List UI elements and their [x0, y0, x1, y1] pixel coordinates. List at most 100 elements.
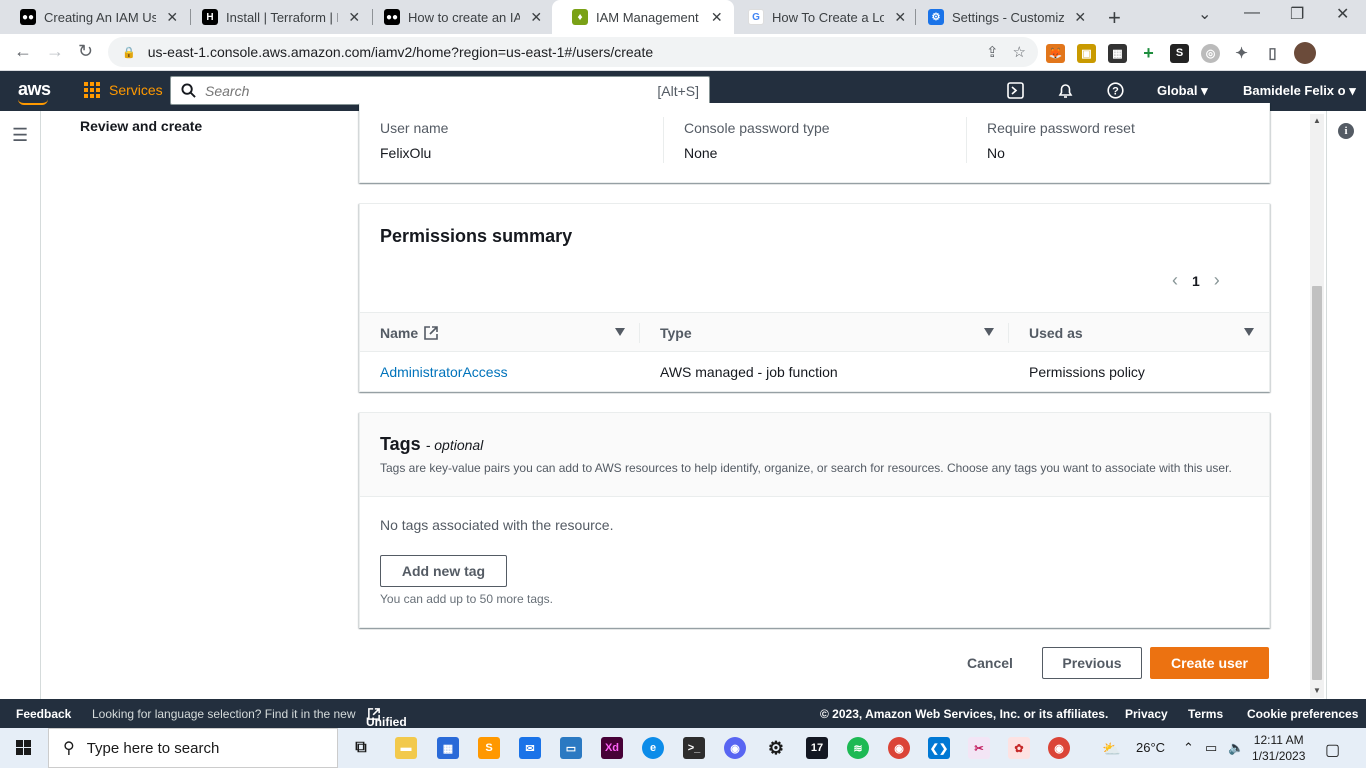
sort-caret-icon[interactable]	[615, 328, 625, 336]
sort-caret-icon[interactable]	[984, 328, 994, 336]
add-new-tag-button[interactable]: Add new tag	[380, 555, 507, 587]
browser-tab-4-active[interactable]: ♦ IAM Management Console ✕	[552, 0, 734, 34]
clock-time: 12:11 AM	[1253, 733, 1304, 747]
vscode-icon[interactable]: ❮❯	[928, 737, 950, 759]
browser-tab-6[interactable]: ⚙ Settings - Customize profile ✕	[908, 0, 1098, 34]
close-tab-icon[interactable]: ✕	[164, 9, 180, 26]
help-icon[interactable]: ?	[1107, 82, 1124, 104]
system-clock[interactable]: 12:11 AM 1/31/2023	[1252, 732, 1305, 764]
minimize-icon[interactable]: —	[1244, 4, 1260, 22]
extension-icon[interactable]: ▣	[1077, 43, 1096, 63]
close-tab-icon[interactable]: ✕	[892, 9, 908, 26]
app-icon[interactable]: ▭	[560, 737, 582, 759]
chevron-right-icon[interactable]: ›	[1214, 270, 1220, 291]
column-header-name[interactable]: Name	[380, 325, 438, 341]
forward-arrow-icon[interactable]: →	[46, 41, 64, 62]
volume-icon[interactable]: 🔈	[1228, 740, 1244, 756]
sort-caret-icon[interactable]	[1244, 328, 1254, 336]
terms-link[interactable]: Terms	[1188, 707, 1223, 721]
plus-extension-icon[interactable]: +	[1139, 43, 1158, 63]
privacy-link[interactable]: Privacy	[1125, 707, 1168, 721]
browser-tab-5[interactable]: G How To Create a Load ✕	[728, 0, 918, 34]
close-tab-icon[interactable]: ✕	[528, 9, 544, 26]
restore-icon[interactable]: ❐	[1290, 4, 1304, 24]
microsoft-store-icon[interactable]: ▦	[437, 737, 459, 759]
optional-label: - optional	[425, 437, 484, 453]
region-selector[interactable]: Global ▾	[1157, 83, 1208, 99]
info-icon[interactable]: i	[1338, 123, 1354, 139]
aws-search-input[interactable]	[205, 82, 658, 99]
mail-icon[interactable]: ✉	[519, 737, 541, 759]
discord-icon[interactable]: ◉	[724, 737, 746, 759]
network-icon[interactable]: ▭	[1205, 740, 1217, 756]
s-extension-icon[interactable]: S	[1170, 43, 1189, 63]
weather-temperature[interactable]: 26°C	[1136, 740, 1165, 755]
puzzle-extensions-icon[interactable]: ✦	[1232, 43, 1251, 63]
tab-search-chevron-icon[interactable]: ⌄	[1198, 4, 1211, 24]
chevron-up-icon[interactable]: ⌃	[1183, 740, 1194, 756]
metamask-icon[interactable]: 🦊	[1046, 43, 1065, 63]
notifications-bell-icon[interactable]	[1057, 82, 1074, 104]
unified-settings-link[interactable]: Unified Settings	[366, 707, 413, 743]
back-arrow-icon[interactable]: ←	[14, 41, 32, 62]
terminal-icon[interactable]: >_	[683, 737, 705, 759]
cookie-preferences-link[interactable]: Cookie preferences	[1247, 707, 1358, 721]
password-type-field: Console password type None	[684, 120, 830, 161]
close-tab-icon[interactable]: ✕	[1072, 9, 1088, 26]
share-icon[interactable]: ⇪	[986, 43, 999, 61]
column-header-type[interactable]: Type	[660, 325, 692, 341]
file-explorer-icon[interactable]: ▬	[395, 737, 417, 759]
browser-tab-1[interactable]: ●● Creating An IAM User ✕	[0, 0, 190, 34]
column-header-used-as[interactable]: Used as	[1029, 325, 1083, 341]
scroll-up-icon[interactable]: ▲	[1313, 116, 1321, 125]
weather-icon[interactable]: ⛅	[1102, 740, 1121, 758]
aws-search-box[interactable]: [Alt+S]	[170, 76, 710, 105]
close-window-icon[interactable]: ✕	[1336, 4, 1349, 24]
policy-name-link[interactable]: AdministratorAccess	[380, 364, 508, 380]
hamburger-menu-icon[interactable]: ☰	[12, 125, 28, 146]
page-scrollbar[interactable]: ▲ ▼	[1310, 114, 1324, 698]
create-user-button[interactable]: Create user	[1150, 647, 1269, 679]
new-tab-icon[interactable]: +	[1108, 5, 1121, 31]
scrollbar-thumb[interactable]	[1312, 286, 1322, 680]
snipping-tool-icon[interactable]: ✂	[968, 737, 990, 759]
browser-tab-3[interactable]: ●● How to create an IAM ✕	[364, 0, 554, 34]
sidepanel-icon[interactable]: ▯	[1263, 43, 1282, 63]
bookmark-star-icon[interactable]: ☆	[1013, 43, 1026, 61]
chrome-icon[interactable]: ◉	[888, 737, 910, 759]
close-tab-icon[interactable]: ✕	[346, 9, 362, 26]
tradingview-icon[interactable]: 17	[806, 737, 828, 759]
settings-gear-icon[interactable]: ⚙	[765, 737, 787, 759]
scroll-down-icon[interactable]: ▼	[1313, 686, 1321, 695]
taskbar-search-box[interactable]: ⚲ Type here to search	[48, 728, 338, 768]
sublime-text-icon[interactable]: S	[478, 737, 500, 759]
chrome-icon[interactable]: ◉	[1048, 737, 1070, 759]
profile-avatar[interactable]	[1294, 42, 1316, 64]
app-icon[interactable]: ✿	[1008, 737, 1030, 759]
close-tab-icon[interactable]: ✕	[709, 9, 724, 26]
cloudshell-icon[interactable]	[1007, 82, 1024, 104]
extension-icon[interactable]: ▦	[1108, 43, 1127, 63]
external-link-icon	[424, 326, 438, 340]
chevron-left-icon[interactable]: ‹	[1172, 270, 1178, 291]
windows-start-icon[interactable]	[16, 740, 31, 755]
url-text[interactable]: us-east-1.console.aws.amazon.com/iamv2/h…	[148, 44, 653, 60]
feedback-link[interactable]: Feedback	[16, 707, 71, 721]
spotify-icon[interactable]: ≋	[847, 737, 869, 759]
url-bar[interactable]: 🔒 us-east-1.console.aws.amazon.com/iamv2…	[108, 37, 1038, 67]
aws-footer: Feedback Looking for language selection?…	[0, 699, 1366, 743]
edge-icon[interactable]: e	[642, 737, 664, 759]
current-page-number[interactable]: 1	[1192, 273, 1200, 289]
notification-center-icon[interactable]: ▢	[1325, 740, 1340, 760]
account-menu[interactable]: Bamidele Felix o ▾	[1243, 83, 1356, 99]
cancel-button[interactable]: Cancel	[955, 647, 1025, 679]
services-menu-button[interactable]: Services	[84, 82, 163, 98]
extension-icon[interactable]: ◎	[1201, 43, 1220, 63]
wizard-step-review[interactable]: Review and create	[80, 118, 202, 134]
browser-tab-2[interactable]: H Install | Terraform | HashiCorp ✕	[182, 0, 372, 34]
previous-button[interactable]: Previous	[1042, 647, 1142, 679]
reload-icon[interactable]: ↻	[78, 41, 93, 62]
task-view-icon[interactable]: ⧉	[350, 737, 372, 759]
adobe-xd-icon[interactable]: Xd	[601, 737, 623, 759]
aws-logo[interactable]: aws	[18, 79, 51, 105]
